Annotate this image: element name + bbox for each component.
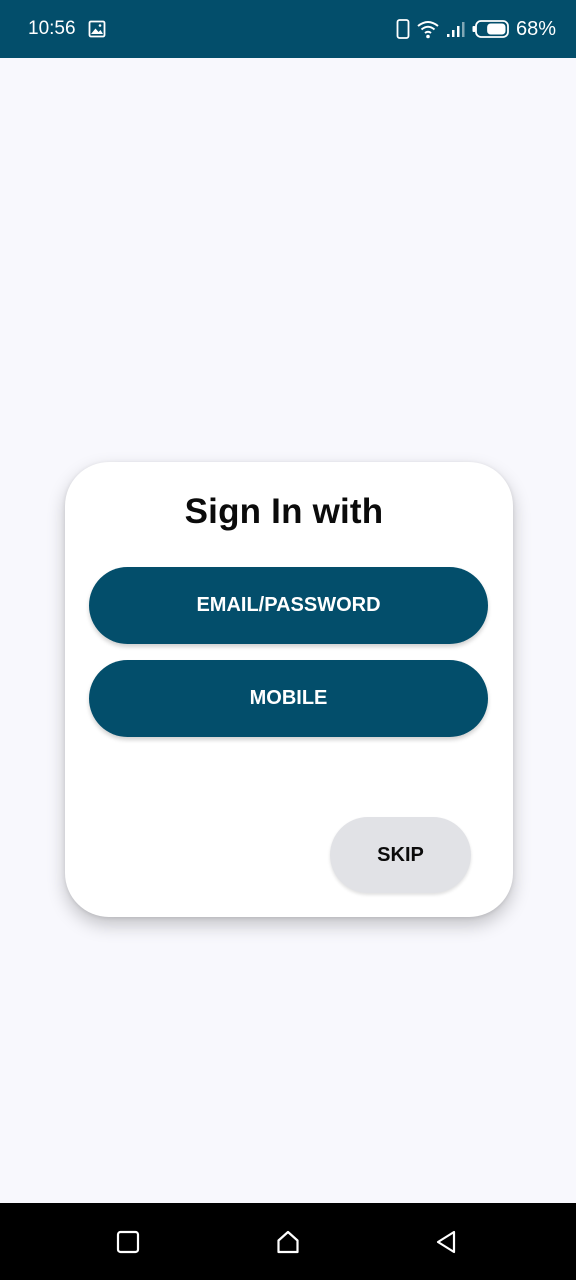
dialog-title: Sign In with [184, 492, 384, 531]
back-icon[interactable] [434, 1229, 460, 1255]
home-icon[interactable] [275, 1229, 301, 1255]
main-content: Sign In with EMAIL/PASSWORD MOBILE SKIP [0, 58, 576, 1203]
wifi-icon [416, 19, 440, 39]
battery-percent: 68% [515, 17, 556, 40]
skip-button[interactable]: SKIP [330, 817, 471, 893]
recents-icon[interactable] [115, 1229, 141, 1255]
gallery-notification-icon [88, 20, 106, 38]
status-bar: 10:56 68% [0, 0, 576, 58]
mobile-button[interactable]: MOBILE [89, 660, 488, 737]
battery-icon [472, 19, 510, 39]
signal-icon [446, 20, 466, 38]
email-password-button[interactable]: EMAIL/PASSWORD [89, 567, 488, 644]
status-right: 68% [396, 18, 556, 41]
status-left: 10:56 [28, 18, 106, 40]
sign-in-dialog: Sign In with EMAIL/PASSWORD MOBILE SKIP [65, 462, 513, 917]
navigation-bar [0, 1203, 576, 1280]
status-time: 10:56 [28, 18, 76, 39]
vibrate-icon [396, 19, 410, 39]
